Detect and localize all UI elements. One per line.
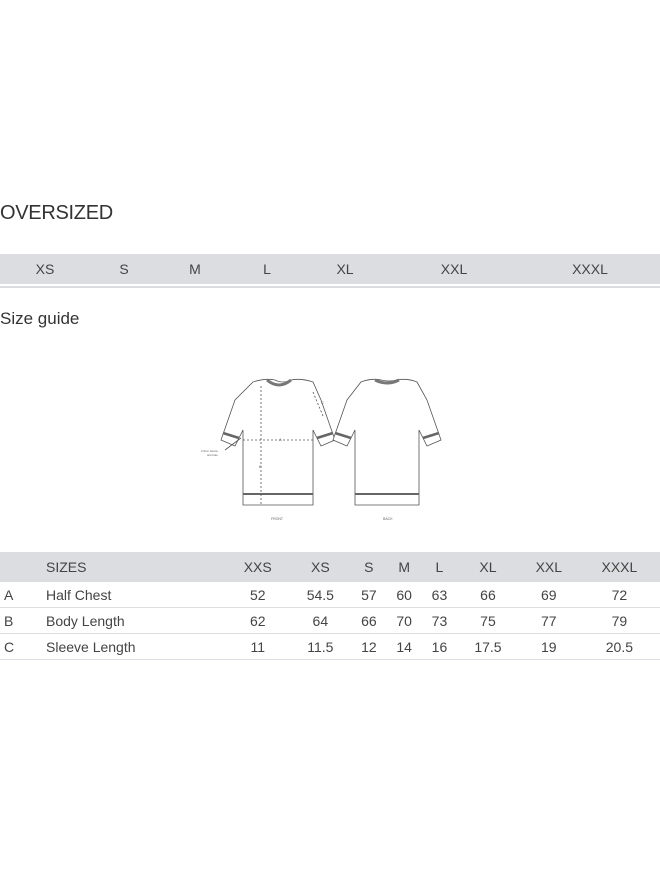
row-label: Sleeve Length [46,633,226,660]
cell: 69 [518,582,579,608]
page-title: OVERSIZED [0,202,113,224]
column-header: XXXL [578,552,660,582]
column-header: XXL [518,552,579,582]
column-header: SIZES [46,552,226,582]
table-row: C Sleeve Length 11 11.5 12 14 16 17.5 19… [0,633,660,660]
cell: 12 [351,633,387,660]
tshirt-front-icon [220,378,336,506]
cell: 75 [457,607,519,634]
cell: 16 [421,633,458,660]
row-letter: A [0,582,46,608]
cell: 79 [578,607,660,634]
cell: 20.5 [578,633,660,660]
size-guide-heading: Size guide [0,309,80,328]
table-header-row: SIZES XXS XS S M L XL XXL XXXL [0,552,660,582]
column-header: XS [289,552,352,582]
marker-a: A [279,437,282,442]
cell: 11.5 [289,633,352,660]
tshirt-back-icon [332,378,442,506]
cell: 17.5 [457,633,519,660]
column-header: XL [457,552,519,582]
cell: 52 [226,582,290,608]
cell: 19 [518,633,579,660]
cell: 11 [226,633,290,660]
size-option[interactable]: XXL [441,261,467,277]
back-label: BACK [383,517,393,521]
marker-b: B [259,464,262,469]
row-letter: B [0,607,46,634]
size-option[interactable]: S [119,261,128,277]
tshirt-diagram: A B C 2.5cm below armhole FRONT BACK [201,378,442,521]
row-label: Body Length [46,607,226,634]
size-option[interactable]: L [263,261,271,277]
column-header: M [386,552,422,582]
marker-c: C [321,400,324,405]
column-header: XXS [226,552,290,582]
cell: 60 [386,582,422,608]
size-option[interactable]: XXXL [572,261,608,277]
cell: 66 [457,582,519,608]
column-header: S [351,552,387,582]
size-table: SIZES XXS XS S M L XL XXL XXXL A Half Ch… [0,552,660,660]
column-header: L [421,552,458,582]
armpit-note: armhole [207,453,218,457]
table-row: B Body Length 62 64 66 70 73 75 77 79 [0,607,660,634]
cell: 73 [421,607,458,634]
cell: 66 [351,607,387,634]
cell: 57 [351,582,387,608]
cell: 63 [421,582,458,608]
table-row: A Half Chest 52 54.5 57 60 63 66 69 72 [0,582,660,608]
row-letter: C [0,633,46,660]
row-label: Half Chest [46,582,226,608]
front-label: FRONT [271,517,284,521]
size-option[interactable]: XS [36,261,55,277]
cell: 77 [518,607,579,634]
cell: 72 [578,582,660,608]
column-header [0,552,46,582]
size-selector-bar: XS S M L XL XXL XXXL [0,254,660,284]
size-option[interactable]: M [189,261,201,277]
cell: 64 [289,607,352,634]
size-option[interactable]: XL [336,261,353,277]
cell: 70 [386,607,422,634]
cell: 54.5 [289,582,352,608]
cell: 62 [226,607,290,634]
cell: 14 [386,633,422,660]
divider [0,286,660,288]
